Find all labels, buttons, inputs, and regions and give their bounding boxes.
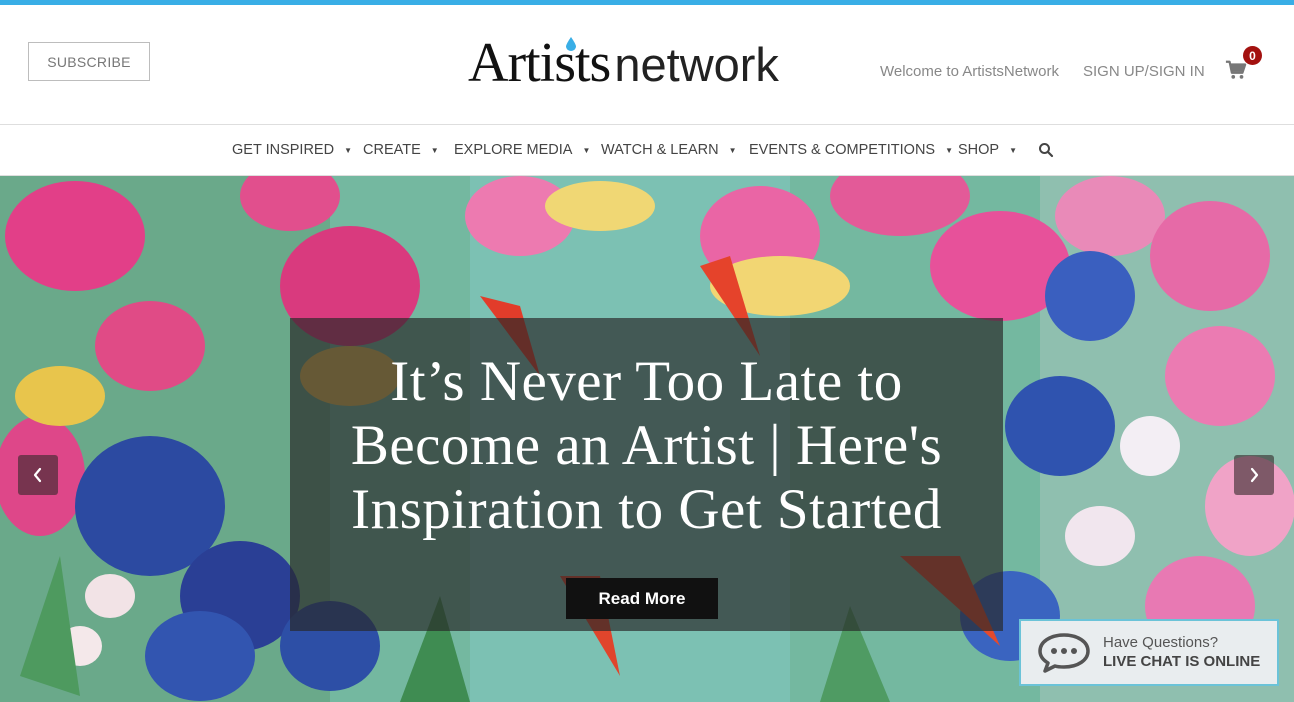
nav-item-label: EVENTS & COMPETITIONS [749, 142, 936, 158]
hero-title: It’s Never Too Late to Become an Artist … [350, 350, 943, 541]
shopping-cart-icon[interactable] [1225, 59, 1247, 81]
chevron-right-icon [1250, 467, 1259, 483]
chevron-left-icon [33, 467, 42, 483]
chat-status-text: LIVE CHAT IS ONLINE [1103, 653, 1261, 670]
nav-item-watch-learn[interactable]: WATCH & LEARN ▼ [601, 142, 737, 158]
signin-link[interactable]: SIGN UP/SIGN IN [1083, 63, 1205, 80]
carousel-prev-button[interactable] [18, 455, 58, 495]
main-navigation: GET INSPIRED ▼ CREATE ▼ EXPLORE MEDIA ▼ WAT… [0, 124, 1294, 176]
nav-item-shop[interactable]: SHOP ▼ [958, 142, 1017, 158]
logo-artists-text: Artists [468, 32, 611, 94]
caret-down-icon: ▼ [728, 145, 737, 155]
nav-item-events-competitions[interactable]: EVENTS & COMPETITIONS ▼ [749, 142, 953, 158]
cart-count-badge: 0 [1243, 46, 1262, 65]
search-icon[interactable] [1038, 142, 1054, 158]
site-header: SUBSCRIBE Artists network Welcome to Art… [0, 5, 1294, 124]
nav-item-label: GET INSPIRED [232, 142, 335, 158]
live-chat-widget[interactable]: Have Questions? LIVE CHAT IS ONLINE [1019, 619, 1279, 686]
nav-item-label: SHOP [958, 142, 1000, 158]
caret-down-icon: ▼ [582, 145, 591, 155]
nav-item-explore-media[interactable]: EXPLORE MEDIA ▼ [454, 142, 590, 158]
hero-caption-overlay: It’s Never Too Late to Become an Artist … [290, 318, 1003, 631]
welcome-text: Welcome to ArtistsNetwork [880, 63, 1059, 80]
nav-item-create[interactable]: CREATE ▼ [363, 142, 439, 158]
subscribe-button[interactable]: SUBSCRIBE [28, 42, 150, 81]
caret-down-icon: ▼ [344, 145, 352, 155]
nav-item-get-inspired[interactable]: GET INSPIRED ▼ [232, 142, 352, 158]
artists-network-logo[interactable]: Artists network [468, 31, 779, 95]
read-more-button[interactable]: Read More [566, 578, 718, 619]
carousel-next-button[interactable] [1234, 455, 1274, 495]
caret-down-icon: ▼ [945, 145, 954, 155]
nav-item-label: CREATE [363, 142, 421, 158]
logo-network-text: network [614, 38, 779, 91]
nav-item-label: EXPLORE MEDIA [454, 142, 573, 158]
chat-prompt-text: Have Questions? [1103, 634, 1219, 651]
caret-down-icon: ▼ [1009, 145, 1018, 155]
caret-down-icon: ▼ [430, 145, 439, 155]
nav-item-label: WATCH & LEARN [601, 142, 719, 158]
chat-bubble-icon [1038, 633, 1090, 673]
logo-paint-drop-icon [566, 37, 576, 51]
